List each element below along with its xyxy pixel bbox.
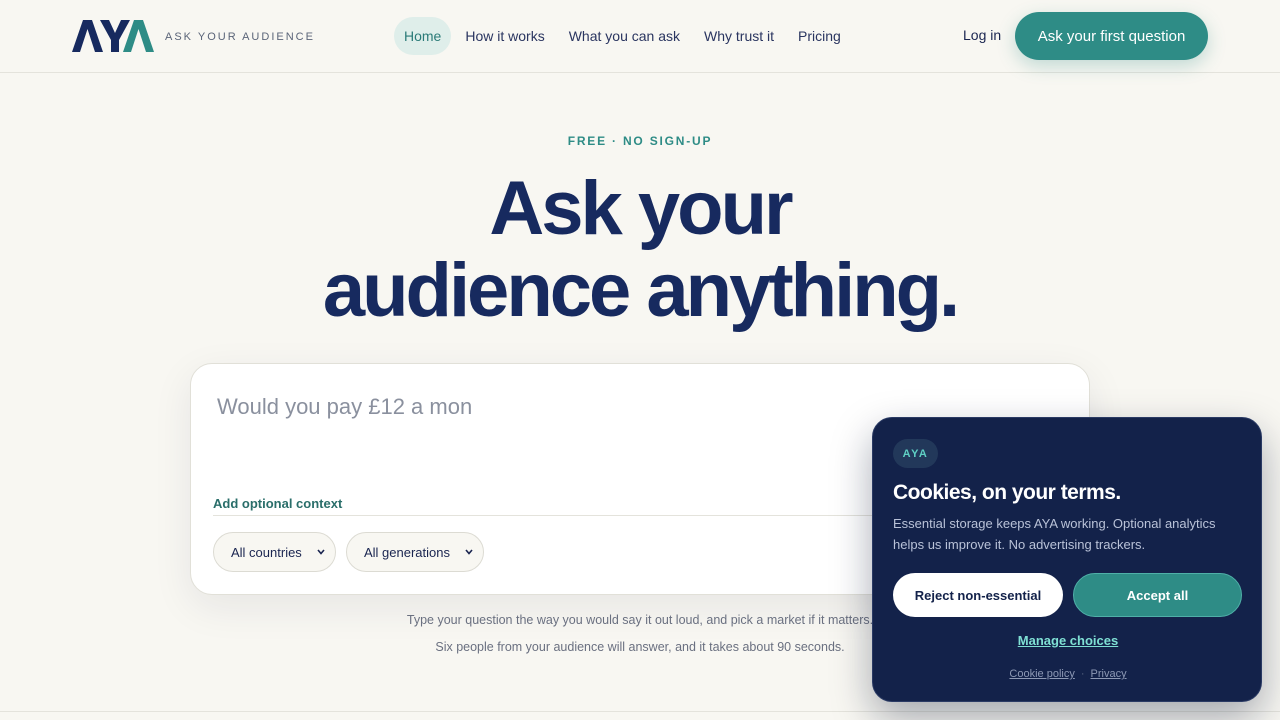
link-separator: ·	[1080, 668, 1085, 680]
site-header: ASK YOUR AUDIENCE Home How it works What…	[0, 0, 1280, 73]
headline-line-1: Ask your	[489, 166, 793, 251]
generation-select-value: All generations	[364, 544, 450, 560]
aya-logo-icon	[72, 20, 154, 52]
logo-tagline: ASK YOUR AUDIENCE	[165, 31, 315, 43]
chevron-down-icon	[317, 549, 325, 555]
section-divider	[0, 711, 1280, 712]
cookie-footer-links: Cookie policy · Privacy	[873, 668, 1263, 680]
chevron-down-icon	[465, 549, 473, 555]
cookie-policy-link[interactable]: Cookie policy	[1009, 668, 1074, 680]
logo[interactable]	[72, 19, 154, 53]
add-context-link[interactable]: Add optional context	[213, 496, 342, 511]
login-link[interactable]: Log in	[963, 27, 1001, 43]
cookie-body: Essential storage keeps AYA working. Opt…	[893, 516, 1216, 552]
question-input[interactable]	[217, 390, 857, 424]
cookie-badge: AYA	[893, 439, 938, 468]
privacy-link[interactable]: Privacy	[1091, 668, 1127, 680]
country-select-value: All countries	[231, 544, 302, 560]
country-select[interactable]: All countries	[213, 532, 336, 572]
nav-item-pricing[interactable]: Pricing	[788, 17, 851, 55]
main-nav: Home How it works What you can ask Why t…	[394, 17, 855, 55]
generation-select[interactable]: All generations	[346, 532, 484, 572]
cookie-banner: AYA Cookies, on your terms. Essential st…	[872, 417, 1262, 702]
cookie-title: Cookies, on your terms.	[893, 481, 1121, 504]
nav-item-why-trust-it[interactable]: Why trust it	[694, 17, 784, 55]
nav-item-what-you-can-ask[interactable]: What you can ask	[559, 17, 690, 55]
hero-headline: Ask your audience anything.	[0, 168, 1280, 332]
manage-choices-link[interactable]: Manage choices	[873, 633, 1263, 648]
accept-all-button[interactable]: Accept all	[1073, 573, 1242, 617]
nav-item-how-it-works[interactable]: How it works	[455, 17, 554, 55]
headline-line-2: audience anything.	[322, 248, 960, 333]
reject-non-essential-button[interactable]: Reject non-essential	[893, 573, 1063, 617]
hero-eyebrow: FREE · NO SIGN-UP	[567, 134, 713, 148]
ask-first-question-button[interactable]: Ask your first question	[1015, 12, 1208, 60]
nav-item-home[interactable]: Home	[394, 17, 452, 55]
